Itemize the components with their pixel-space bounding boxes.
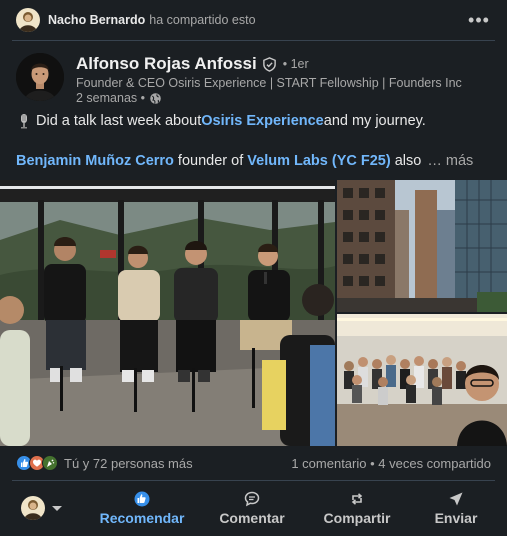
- reactions-summary[interactable]: Tú y 72 personas más: [16, 455, 193, 471]
- post-timestamp[interactable]: 2 semanas •: [76, 91, 145, 105]
- comments-count[interactable]: 1 comentario: [291, 456, 366, 471]
- celebrate-icon: [42, 455, 58, 471]
- chevron-down-icon: [51, 505, 62, 511]
- comment-icon: [244, 491, 260, 506]
- verified-shield-icon: [262, 56, 276, 72]
- comment-button[interactable]: Comentar: [202, 484, 302, 532]
- repost-icon: [351, 492, 363, 505]
- globe-icon: [150, 92, 161, 104]
- separator: •: [366, 455, 379, 471]
- sharer-name[interactable]: Nacho Bernardo: [48, 13, 145, 27]
- send-button[interactable]: Enviar: [412, 484, 500, 532]
- recommend-button[interactable]: Recomendar: [82, 484, 202, 532]
- reactions-count[interactable]: Tú y 72 personas más: [64, 456, 193, 471]
- mention-velum-labs[interactable]: Velum Labs (YC F25): [247, 153, 390, 169]
- mention-benjamin[interactable]: Benjamin Muñoz Cerro: [16, 153, 174, 169]
- actor-avatar: [20, 496, 45, 520]
- author-block: Alfonso Rojas Anfossi • 1er Founder & CE…: [16, 53, 462, 105]
- sharer-avatar[interactable]: [16, 8, 40, 32]
- divider: [12, 40, 495, 41]
- connection-degree: • 1er: [282, 57, 309, 71]
- shares-count[interactable]: 4 veces compartido: [378, 456, 491, 471]
- see-more-link[interactable]: … más: [427, 153, 473, 169]
- city-skyscrapers-photo[interactable]: [337, 180, 507, 312]
- actor-switcher[interactable]: [0, 484, 82, 532]
- author-name[interactable]: Alfonso Rojas Anfossi: [76, 54, 257, 74]
- mention-osiris-experience[interactable]: Osiris Experience: [201, 113, 324, 129]
- send-icon: [449, 492, 463, 505]
- repost-button[interactable]: Compartir: [302, 484, 412, 532]
- author-headline: Founder & CEO Osiris Experience | START …: [76, 76, 462, 90]
- action-bar: Recomendar Comentar Compartir Enviar: [0, 484, 507, 532]
- share-header: Nacho Bernardo ha compartido esto •••: [0, 0, 507, 40]
- more-options-icon[interactable]: •••: [467, 10, 491, 30]
- post-text-line2: Benjamin Muñoz Cerro founder of Velum La…: [16, 153, 474, 169]
- group-selfie-photo[interactable]: [337, 314, 507, 446]
- microphone-icon: [21, 114, 27, 129]
- post-text-line1: Did a talk last week about Osiris Experi…: [16, 113, 426, 129]
- divider: [12, 480, 495, 481]
- panel-talk-photo[interactable]: [0, 180, 335, 446]
- social-counts: Tú y 72 personas más 1 comentario • 4 ve…: [16, 453, 491, 473]
- share-action-text: ha compartido esto: [149, 13, 256, 27]
- like-filled-icon: [134, 491, 150, 506]
- feed-post-card: Nacho Bernardo ha compartido esto ••• Alf…: [0, 0, 507, 536]
- author-avatar[interactable]: [16, 53, 64, 101]
